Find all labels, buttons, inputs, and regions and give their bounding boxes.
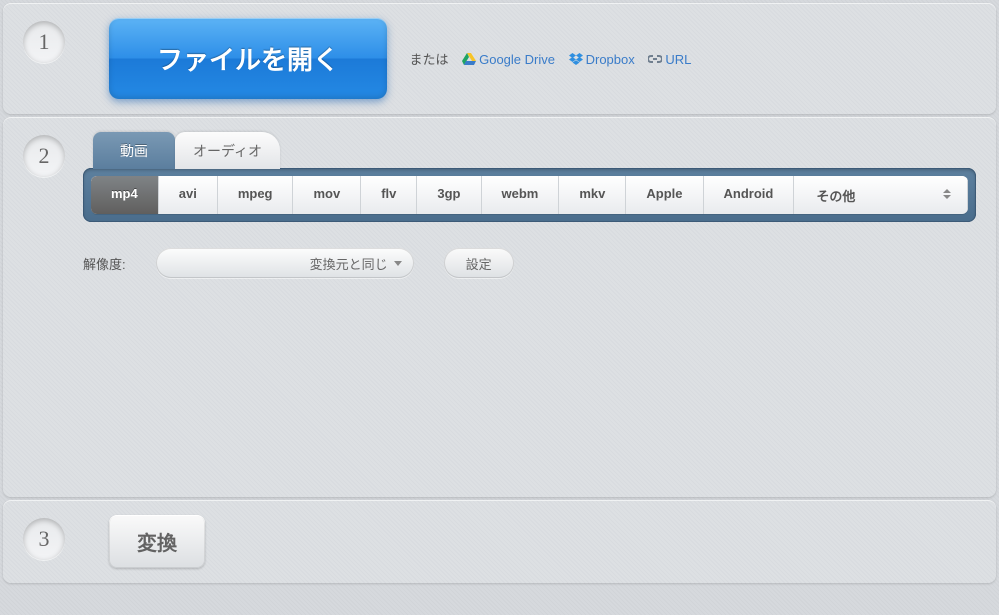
- format-mpeg[interactable]: mpeg: [218, 176, 294, 214]
- format-mp4[interactable]: mp4: [91, 176, 159, 214]
- or-text: または: [409, 52, 448, 67]
- step-number-2: 2: [23, 135, 65, 177]
- url-link[interactable]: URL: [648, 52, 691, 68]
- google-drive-link[interactable]: Google Drive: [462, 52, 555, 68]
- dropbox-icon: [569, 53, 583, 68]
- format-more[interactable]: その他: [794, 176, 968, 214]
- tab-audio[interactable]: オーディオ: [175, 132, 280, 169]
- open-file-button[interactable]: ファイルを開く: [109, 18, 387, 99]
- options-row: 解像度: 変換元と同じ 設定: [83, 248, 976, 278]
- step-2-panel: 2 動画 オーディオ mp4avimpegmovflv3gpwebmmkvApp…: [3, 117, 996, 497]
- step-number-3: 3: [23, 518, 65, 560]
- format-bar: mp4avimpegmovflv3gpwebmmkvAppleAndroidその…: [83, 168, 976, 222]
- resolution-dropdown[interactable]: 変換元と同じ: [156, 248, 414, 278]
- updown-icon: [939, 186, 955, 202]
- dropbox-link[interactable]: Dropbox: [569, 52, 635, 68]
- format-apple[interactable]: Apple: [626, 176, 703, 214]
- step-number-1: 1: [23, 21, 65, 63]
- settings-button[interactable]: 設定: [444, 248, 514, 278]
- format-mov[interactable]: mov: [293, 176, 361, 214]
- format-flv[interactable]: flv: [361, 176, 417, 214]
- chevron-down-icon: [394, 261, 402, 266]
- format-webm[interactable]: webm: [482, 176, 560, 214]
- format-avi[interactable]: avi: [159, 176, 218, 214]
- step-1-panel: 1 ファイルを開く または Google Drive Dropbox URL: [3, 3, 996, 114]
- format-android[interactable]: Android: [704, 176, 795, 214]
- resolution-label: 解像度:: [83, 254, 126, 273]
- format-3gp[interactable]: 3gp: [417, 176, 481, 214]
- media-type-tabs: 動画 オーディオ: [93, 132, 976, 169]
- convert-button[interactable]: 変換: [109, 515, 205, 568]
- resolution-value: 変換元と同じ: [310, 254, 388, 273]
- google-drive-icon: [462, 53, 476, 68]
- or-row: または Google Drive Dropbox URL: [409, 49, 691, 68]
- tab-video[interactable]: 動画: [93, 132, 175, 169]
- format-list: mp4avimpegmovflv3gpwebmmkvAppleAndroidその…: [91, 176, 968, 214]
- format-mkv[interactable]: mkv: [559, 176, 626, 214]
- link-icon: [648, 53, 662, 68]
- step-3-panel: 3 変換: [3, 500, 996, 583]
